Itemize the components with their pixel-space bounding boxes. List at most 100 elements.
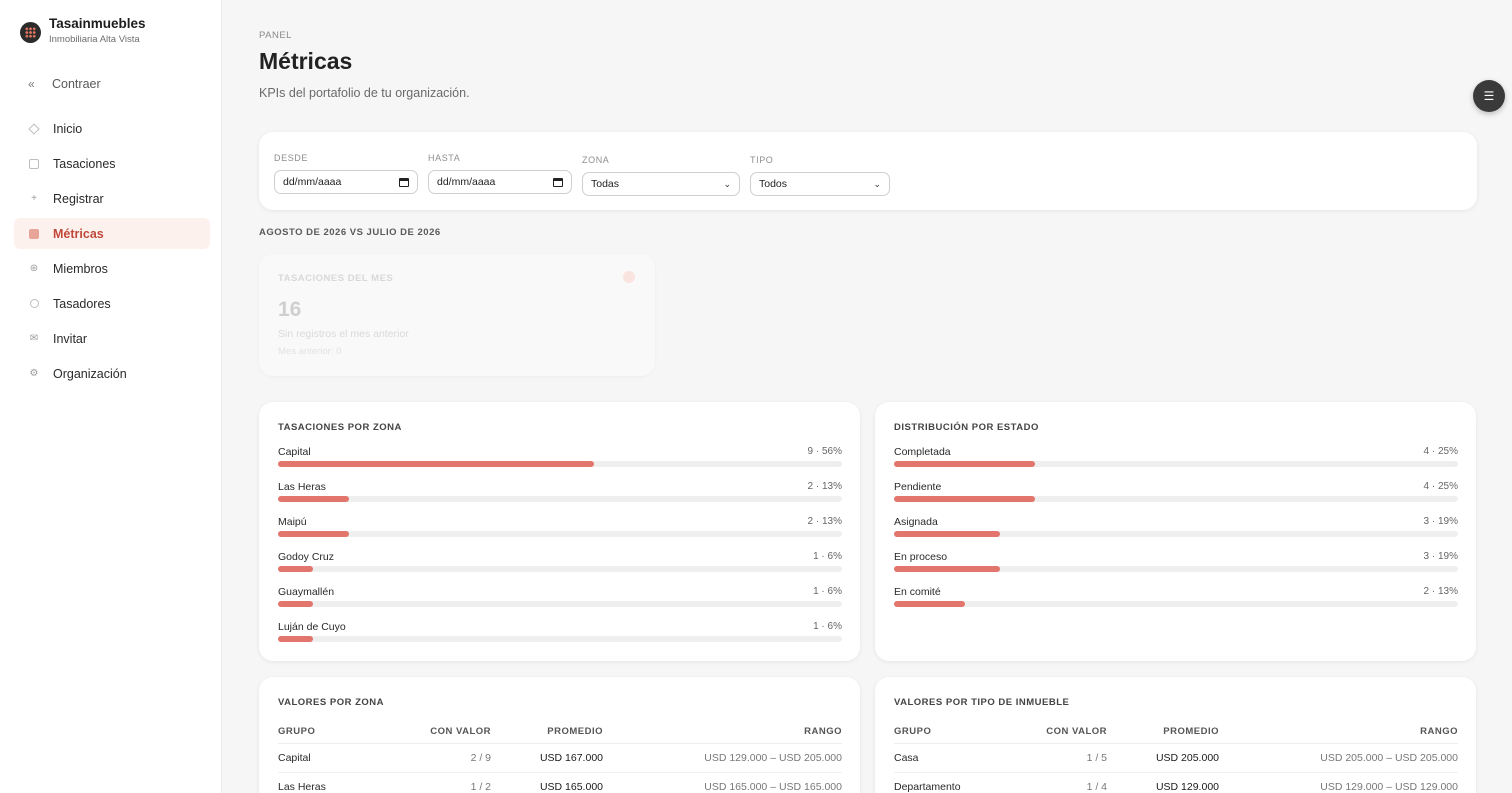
plus-icon: + [31, 193, 37, 204]
breadcrumb: PANEL [259, 30, 292, 41]
bar-label: Guaymallén [278, 586, 335, 598]
card-title: VALORES POR ZONA [278, 697, 384, 708]
values-by-zone-card: VALORES POR ZONA GRUPO CON VALOR PROMEDI… [259, 677, 860, 793]
bar-value: 2 · 13% [807, 481, 842, 492]
sidebar-item-label: Métricas [53, 226, 104, 241]
chart-icon [28, 228, 40, 240]
sidebar-item-label: Tasadores [53, 296, 111, 311]
collapse-button[interactable]: « Contraer [28, 77, 101, 91]
page-title: Métricas [259, 48, 353, 74]
chevron-down-icon: ⌄ [873, 178, 881, 189]
column-header: RANGO [603, 721, 842, 744]
group-cell: Las Heras [278, 772, 428, 793]
card-title: TASACIONES POR ZONA [278, 422, 402, 433]
status-dot-icon [623, 271, 635, 283]
sidebar-nav: Inicio Tasaciones + Registrar Métricas ⊛… [14, 113, 210, 393]
bar-label: Completada [894, 446, 951, 458]
values-by-zone-table: GRUPO CON VALOR PROMEDIO RANGO Capital 2… [278, 721, 842, 793]
zones-bar-list: Capital 9 · 56% Las Heras 2 · 13% Maipú 2 · 1… [278, 446, 842, 656]
appraisers-icon [28, 298, 40, 310]
sidebar-item-tasaciones[interactable]: Tasaciones [14, 148, 210, 179]
sidebar-item-inicio[interactable]: Inicio [14, 113, 210, 144]
bar-label: Las Heras [278, 481, 326, 493]
bar-label: Luján de Cuyo [278, 621, 346, 633]
date-from-input[interactable]: dd/mm/aaaa [274, 170, 418, 194]
card-title: DISTRIBUCIÓN POR ESTADO [894, 422, 1039, 433]
sidebar-item-organizacion[interactable]: ⚙ Organización [14, 358, 210, 389]
status-card: DISTRIBUCIÓN POR ESTADO Completada 4 · 25… [875, 402, 1476, 661]
sidebar-item-tasadores[interactable]: Tasadores [14, 288, 210, 319]
filter-toggle-button[interactable]: ☰ [1473, 80, 1505, 112]
period-label: AGOSTO DE 2026 VS JULIO DE 2026 [259, 227, 441, 238]
column-header: GRUPO [278, 721, 428, 744]
home-icon [28, 122, 40, 135]
bar-fill [894, 496, 1035, 502]
bar-value: 4 · 25% [1423, 446, 1458, 457]
bar-fill [894, 601, 965, 607]
bar-fill [278, 601, 314, 607]
bar-label: En comité [894, 586, 941, 598]
chevron-down-icon: ⌄ [723, 178, 731, 189]
filter-label: DESDE [274, 153, 309, 163]
column-header: CON VALOR [428, 721, 491, 744]
sidebar-item-metricas[interactable]: Métricas [14, 218, 210, 249]
bar-row: Maipú 2 · 13% [278, 516, 842, 551]
bar-value: 2 · 13% [807, 516, 842, 527]
bar-value: 1 · 6% [813, 551, 842, 562]
mail-icon: ✉ [29, 333, 39, 344]
column-header: CON VALOR [1044, 721, 1107, 744]
table-header-row: GRUPO CON VALOR PROMEDIO RANGO [278, 721, 842, 744]
collapse-label: Contraer [52, 77, 101, 91]
bar-value: 1 · 6% [813, 621, 842, 632]
filters-card: DESDE dd/mm/aaaa HASTA dd/mm/aaaa ZONA T… [259, 132, 1477, 210]
bar-row: Godoy Cruz 1 · 6% [278, 551, 842, 586]
sidebar-item-invitar[interactable]: ✉ Invitar [14, 323, 210, 354]
filter-label: ZONA [582, 155, 610, 165]
bar-row: Capital 9 · 56% [278, 446, 842, 481]
type-select-value: Todos [759, 178, 788, 190]
bar-track [894, 566, 1458, 572]
column-header: PROMEDIO [1107, 721, 1219, 744]
kpi-note: Sin registros el mes anterior [278, 328, 409, 340]
zone-select[interactable]: Todas ⌄ [582, 172, 740, 196]
sidebar-item-registrar[interactable]: + Registrar [14, 183, 210, 214]
page-subtitle: KPIs del portafolio de tu organización. [259, 86, 470, 100]
filter-desde: DESDE dd/mm/aaaa [274, 153, 418, 194]
table-header-row: GRUPO CON VALOR PROMEDIO RANGO [894, 721, 1458, 744]
kpi-value: 16 [278, 298, 302, 321]
bar-fill [278, 636, 314, 642]
filter-tipo: TIPO Todos ⌄ [750, 155, 890, 196]
sidebar-item-label: Invitar [53, 331, 88, 346]
date-to-input[interactable]: dd/mm/aaaa [428, 170, 572, 194]
bar-fill [278, 531, 349, 537]
bar-row: Las Heras 2 · 13% [278, 481, 842, 516]
calendar-icon[interactable] [399, 177, 409, 187]
group-cell: Capital [278, 743, 428, 773]
filter-label: HASTA [428, 153, 461, 163]
sidebar-item-label: Miembros [53, 261, 108, 276]
kpi-previous: Mes anterior: 0 [278, 346, 342, 357]
bar-fill [894, 461, 1035, 467]
filter-zona: ZONA Todas ⌄ [582, 155, 740, 196]
bar-row: Pendiente 4 · 25% [894, 481, 1458, 516]
date-to-value: dd/mm/aaaa [437, 176, 496, 188]
bar-fill [278, 496, 349, 502]
calendar-icon[interactable] [553, 177, 563, 187]
bar-row: Asignada 3 · 19% [894, 516, 1458, 551]
bar-label: En proceso [894, 551, 948, 563]
double-chevron-left-icon: « [28, 77, 35, 91]
bar-row: Completada 4 · 25% [894, 446, 1458, 481]
range-cell: USD 129.000 – USD 205.000 [603, 743, 842, 773]
bar-track [894, 496, 1458, 502]
bar-row: Luján de Cuyo 1 · 6% [278, 621, 842, 656]
bar-label: Maipú [278, 516, 307, 528]
sidebar: Tasainmuebles Inmobiliaria Alta Vista « … [0, 0, 222, 793]
sidebar-item-miembros[interactable]: ⊛ Miembros [14, 253, 210, 284]
brand[interactable]: Tasainmuebles Inmobiliaria Alta Vista [20, 16, 146, 45]
bar-row: En comité 2 · 13% [894, 586, 1458, 621]
bar-track [278, 496, 842, 502]
bar-label: Godoy Cruz [278, 551, 335, 563]
bar-fill [278, 566, 314, 572]
type-select[interactable]: Todos ⌄ [750, 172, 890, 196]
range-cell: USD 165.000 – USD 165.000 [603, 772, 842, 793]
